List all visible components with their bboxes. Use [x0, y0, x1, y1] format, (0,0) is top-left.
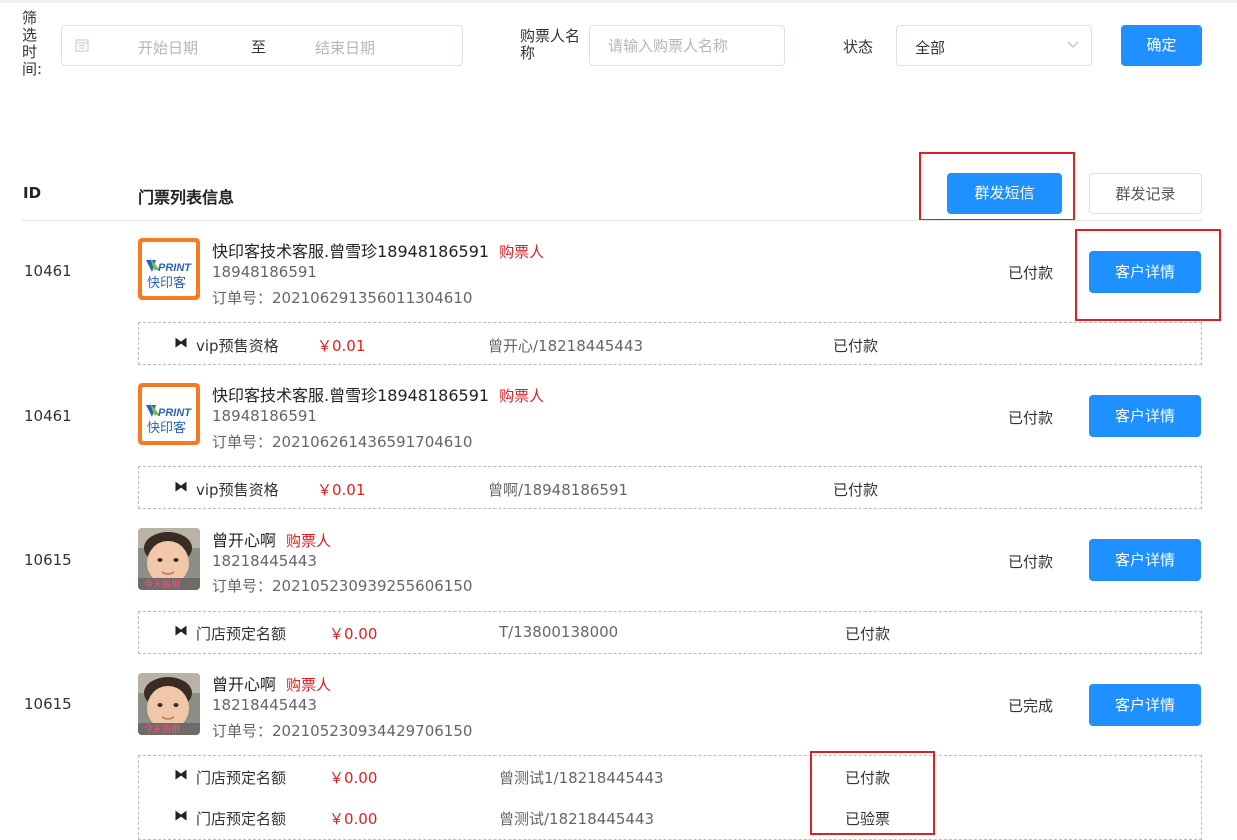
mass-record-button[interactable]: 群发记录: [1089, 173, 1202, 214]
ticket-status: 已付款: [833, 337, 879, 355]
avatar: PRINT 快印客: [138, 383, 200, 445]
ticket-list: [138, 466, 1202, 509]
ticket-list: [138, 611, 1202, 654]
buyer-name: 快印客技术客服.曾雪珍18948186591 购票人: [212, 238, 544, 262]
svg-text:PRINT: PRINT: [158, 407, 192, 419]
ticket-holder: 曾测试1/18218445443: [499, 769, 664, 787]
ticket-name: vip预售资格: [196, 337, 279, 355]
start-date-input[interactable]: 开始日期: [138, 37, 198, 58]
child-photo-icon: 今天拍相: [138, 673, 200, 735]
date-filter-label: 筛选时间:: [22, 9, 43, 78]
svg-text:今天拍相: 今天拍相: [144, 578, 180, 590]
svg-text:今天拍相: 今天拍相: [144, 723, 180, 735]
buyer-name-label: 购票人名称: [520, 27, 581, 62]
ticket-icon: ⧓: [174, 623, 188, 639]
confirm-button[interactable]: 确定: [1121, 25, 1202, 66]
buyer-name: 快印客技术客服.曾雪珍18948186591 购票人: [212, 382, 544, 406]
buyer-tag: 购票人: [286, 676, 332, 694]
buyer-phone: 18948186591: [212, 407, 317, 425]
status-selected-value: 全部: [915, 39, 946, 57]
ticket-icon: ⧓: [174, 808, 188, 824]
date-separator: 至: [251, 38, 267, 56]
ticket-icon: ⧓: [174, 479, 188, 495]
order-status: 已付款: [1008, 264, 1054, 282]
ticket-holder: 曾测试/18218445443: [499, 810, 655, 828]
svg-text:快印客: 快印客: [147, 275, 186, 291]
order-id: 10461: [24, 407, 72, 425]
ticket-price: ￥0.01: [317, 337, 366, 355]
buyer-name-text: 曾开心啊: [212, 675, 277, 694]
buyer-name-input[interactable]: [589, 25, 785, 66]
customer-detail-button[interactable]: 客户详情: [1089, 539, 1201, 581]
top-border: [0, 0, 1237, 3]
ticket-name: 门店预定名额: [196, 810, 287, 828]
buyer-name: 曾开心啊 购票人: [212, 527, 331, 551]
ticket-holder: 曾啊/18948186591: [488, 481, 629, 499]
ticket-name: 门店预定名额: [196, 625, 287, 643]
buyer-tag: 购票人: [499, 243, 545, 261]
buyer-tag: 购票人: [499, 387, 545, 405]
order-status: 已付款: [1008, 409, 1054, 427]
kuaiyinke-logo-icon: PRINT 快印客: [138, 238, 200, 300]
ticket-list: [138, 322, 1202, 365]
buyer-name-text: 曾开心啊: [212, 531, 277, 550]
buyer-tag: 购票人: [286, 532, 332, 550]
ticket-holder: 曾开心/18218445443: [488, 337, 644, 355]
order-number: 订单号：202106291356011304610: [212, 289, 473, 307]
highlight-box-status: [810, 751, 935, 835]
svg-text:PRINT: PRINT: [158, 262, 192, 274]
ticket-icon: ⧓: [174, 767, 188, 783]
mass-sms-button[interactable]: 群发短信: [947, 173, 1062, 214]
buyer-phone: 18948186591: [212, 263, 317, 281]
buyer-phone: 18218445443: [212, 696, 317, 714]
header-divider: [22, 220, 1202, 221]
avatar: 今天拍相: [138, 528, 200, 590]
svg-text:快印客: 快印客: [147, 420, 186, 436]
ticket-price: ￥0.00: [329, 810, 378, 828]
ticket-name: 门店预定名额: [196, 769, 287, 787]
ticket-price: ￥0.00: [329, 769, 378, 787]
buyer-name-text: 快印客技术客服.曾雪珍18948186591: [212, 242, 490, 261]
ticket-status: 已付款: [833, 481, 879, 499]
buyer-phone: 18218445443: [212, 552, 317, 570]
buyer-name: 曾开心啊 购票人: [212, 671, 331, 695]
order-id: 10615: [24, 695, 72, 713]
avatar: 今天拍相: [138, 673, 200, 735]
order-number: 订单号：202105230939255606150: [212, 577, 473, 595]
order-id: 10615: [24, 551, 72, 569]
status-label: 状态: [843, 38, 874, 56]
status-select[interactable]: 全部: [896, 25, 1092, 66]
order-number: 订单号：202106261436591704610: [212, 433, 473, 451]
customer-detail-button[interactable]: 客户详情: [1089, 395, 1201, 437]
ticket-name: vip预售资格: [196, 481, 279, 499]
ticket-list: [138, 755, 1202, 840]
order-id: 10461: [24, 262, 72, 280]
ticket-status: 已付款: [845, 625, 891, 643]
end-date-input[interactable]: 结束日期: [315, 37, 375, 58]
ticket-price: ￥0.01: [317, 481, 366, 499]
ticket-list-header: 门票列表信息: [138, 188, 235, 207]
kuaiyinke-logo-icon: PRINT 快印客: [138, 383, 200, 445]
calendar-icon: [75, 39, 89, 52]
ticket-icon: ⧓: [174, 335, 188, 351]
child-photo-icon: 今天拍相: [138, 528, 200, 590]
order-status: 已付款: [1008, 553, 1054, 571]
order-number: 订单号：202105230934429706150: [212, 722, 473, 740]
ticket-holder: T/13800138000: [499, 623, 619, 641]
ticket-price: ￥0.00: [329, 625, 378, 643]
id-column-header: ID: [23, 184, 42, 202]
avatar: PRINT 快印客: [138, 238, 200, 300]
customer-detail-button[interactable]: 客户详情: [1089, 684, 1201, 726]
customer-detail-button[interactable]: 客户详情: [1089, 251, 1201, 293]
order-status: 已完成: [1008, 697, 1054, 715]
chevron-down-icon: [1067, 41, 1079, 48]
buyer-name-text: 快印客技术客服.曾雪珍18948186591: [212, 386, 490, 405]
date-range-picker[interactable]: 开始日期 至 结束日期: [61, 25, 463, 66]
